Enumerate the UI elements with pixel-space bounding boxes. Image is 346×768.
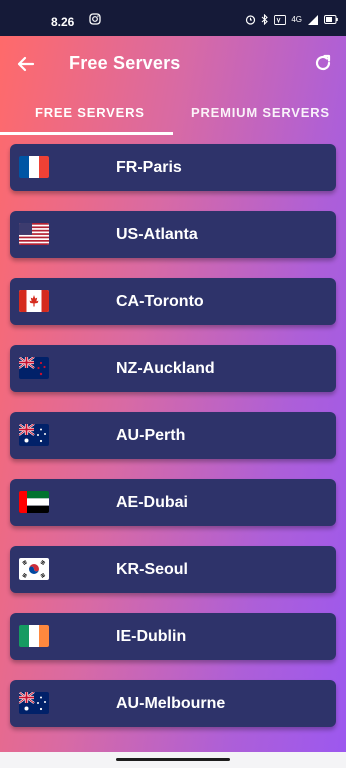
flag-canada-icon xyxy=(19,290,49,312)
page-title: Free Servers xyxy=(69,53,181,73)
flag-usa-icon xyxy=(19,223,49,245)
system-nav-bar xyxy=(0,752,346,768)
flag-ireland-icon xyxy=(19,625,49,647)
network-type: 4G xyxy=(291,15,302,24)
server-label: AU-Melbourne xyxy=(116,695,226,712)
server-row-nz-auckland[interactable]: NZ-Auckland xyxy=(10,345,336,392)
flag-uae-icon xyxy=(19,491,49,513)
status-bar: 8.26 4G xyxy=(0,0,346,36)
flag-australia-icon xyxy=(19,692,49,714)
flag-france-icon xyxy=(19,156,49,178)
server-label: IE-Dublin xyxy=(116,628,187,645)
arrow-left-icon[interactable] xyxy=(14,52,38,76)
server-row-fr-paris[interactable]: FR-Paris xyxy=(10,144,336,191)
signal-icon xyxy=(307,14,319,25)
flag-new-zealand-icon xyxy=(19,357,49,379)
flag-australia-icon xyxy=(19,424,49,446)
server-label: AE-Dubai xyxy=(116,494,188,511)
server-label: CA-Toronto xyxy=(116,293,204,310)
server-row-au-melbourne[interactable]: AU-Melbourne xyxy=(10,680,336,727)
status-time: 8.26 xyxy=(51,15,75,29)
server-row-kr-seoul[interactable]: KR-Seoul xyxy=(10,546,336,593)
server-label: KR-Seoul xyxy=(116,561,188,578)
server-label: FR-Paris xyxy=(116,159,182,176)
bluetooth-icon xyxy=(261,14,269,25)
battery-icon xyxy=(324,15,338,24)
app-bar: Free Servers xyxy=(0,36,346,92)
volte-icon xyxy=(274,14,287,25)
server-row-ca-toronto[interactable]: CA-Toronto xyxy=(10,278,336,325)
server-label: AU-Perth xyxy=(116,427,186,444)
tab-indicator xyxy=(0,132,173,135)
server-row-us-atlanta[interactable]: US-Atlanta xyxy=(10,211,336,258)
tab-free-servers[interactable]: FREE SERVERS xyxy=(35,105,145,120)
refresh-icon[interactable] xyxy=(312,52,334,74)
instagram-icon xyxy=(89,13,101,25)
alarm-icon xyxy=(245,14,256,25)
server-tabs: FREE SERVERS PREMIUM SERVERS xyxy=(0,92,346,136)
home-gesture-handle[interactable] xyxy=(116,758,230,761)
server-label: NZ-Auckland xyxy=(116,360,215,377)
server-label: US-Atlanta xyxy=(116,226,198,243)
status-icons: 4G xyxy=(245,14,338,25)
flag-south-korea-icon xyxy=(19,558,49,580)
server-row-ie-dublin[interactable]: IE-Dublin xyxy=(10,613,336,660)
server-row-ae-dubai[interactable]: AE-Dubai xyxy=(10,479,336,526)
server-row-au-perth[interactable]: AU-Perth xyxy=(10,412,336,459)
tab-premium-servers[interactable]: PREMIUM SERVERS xyxy=(191,105,330,120)
